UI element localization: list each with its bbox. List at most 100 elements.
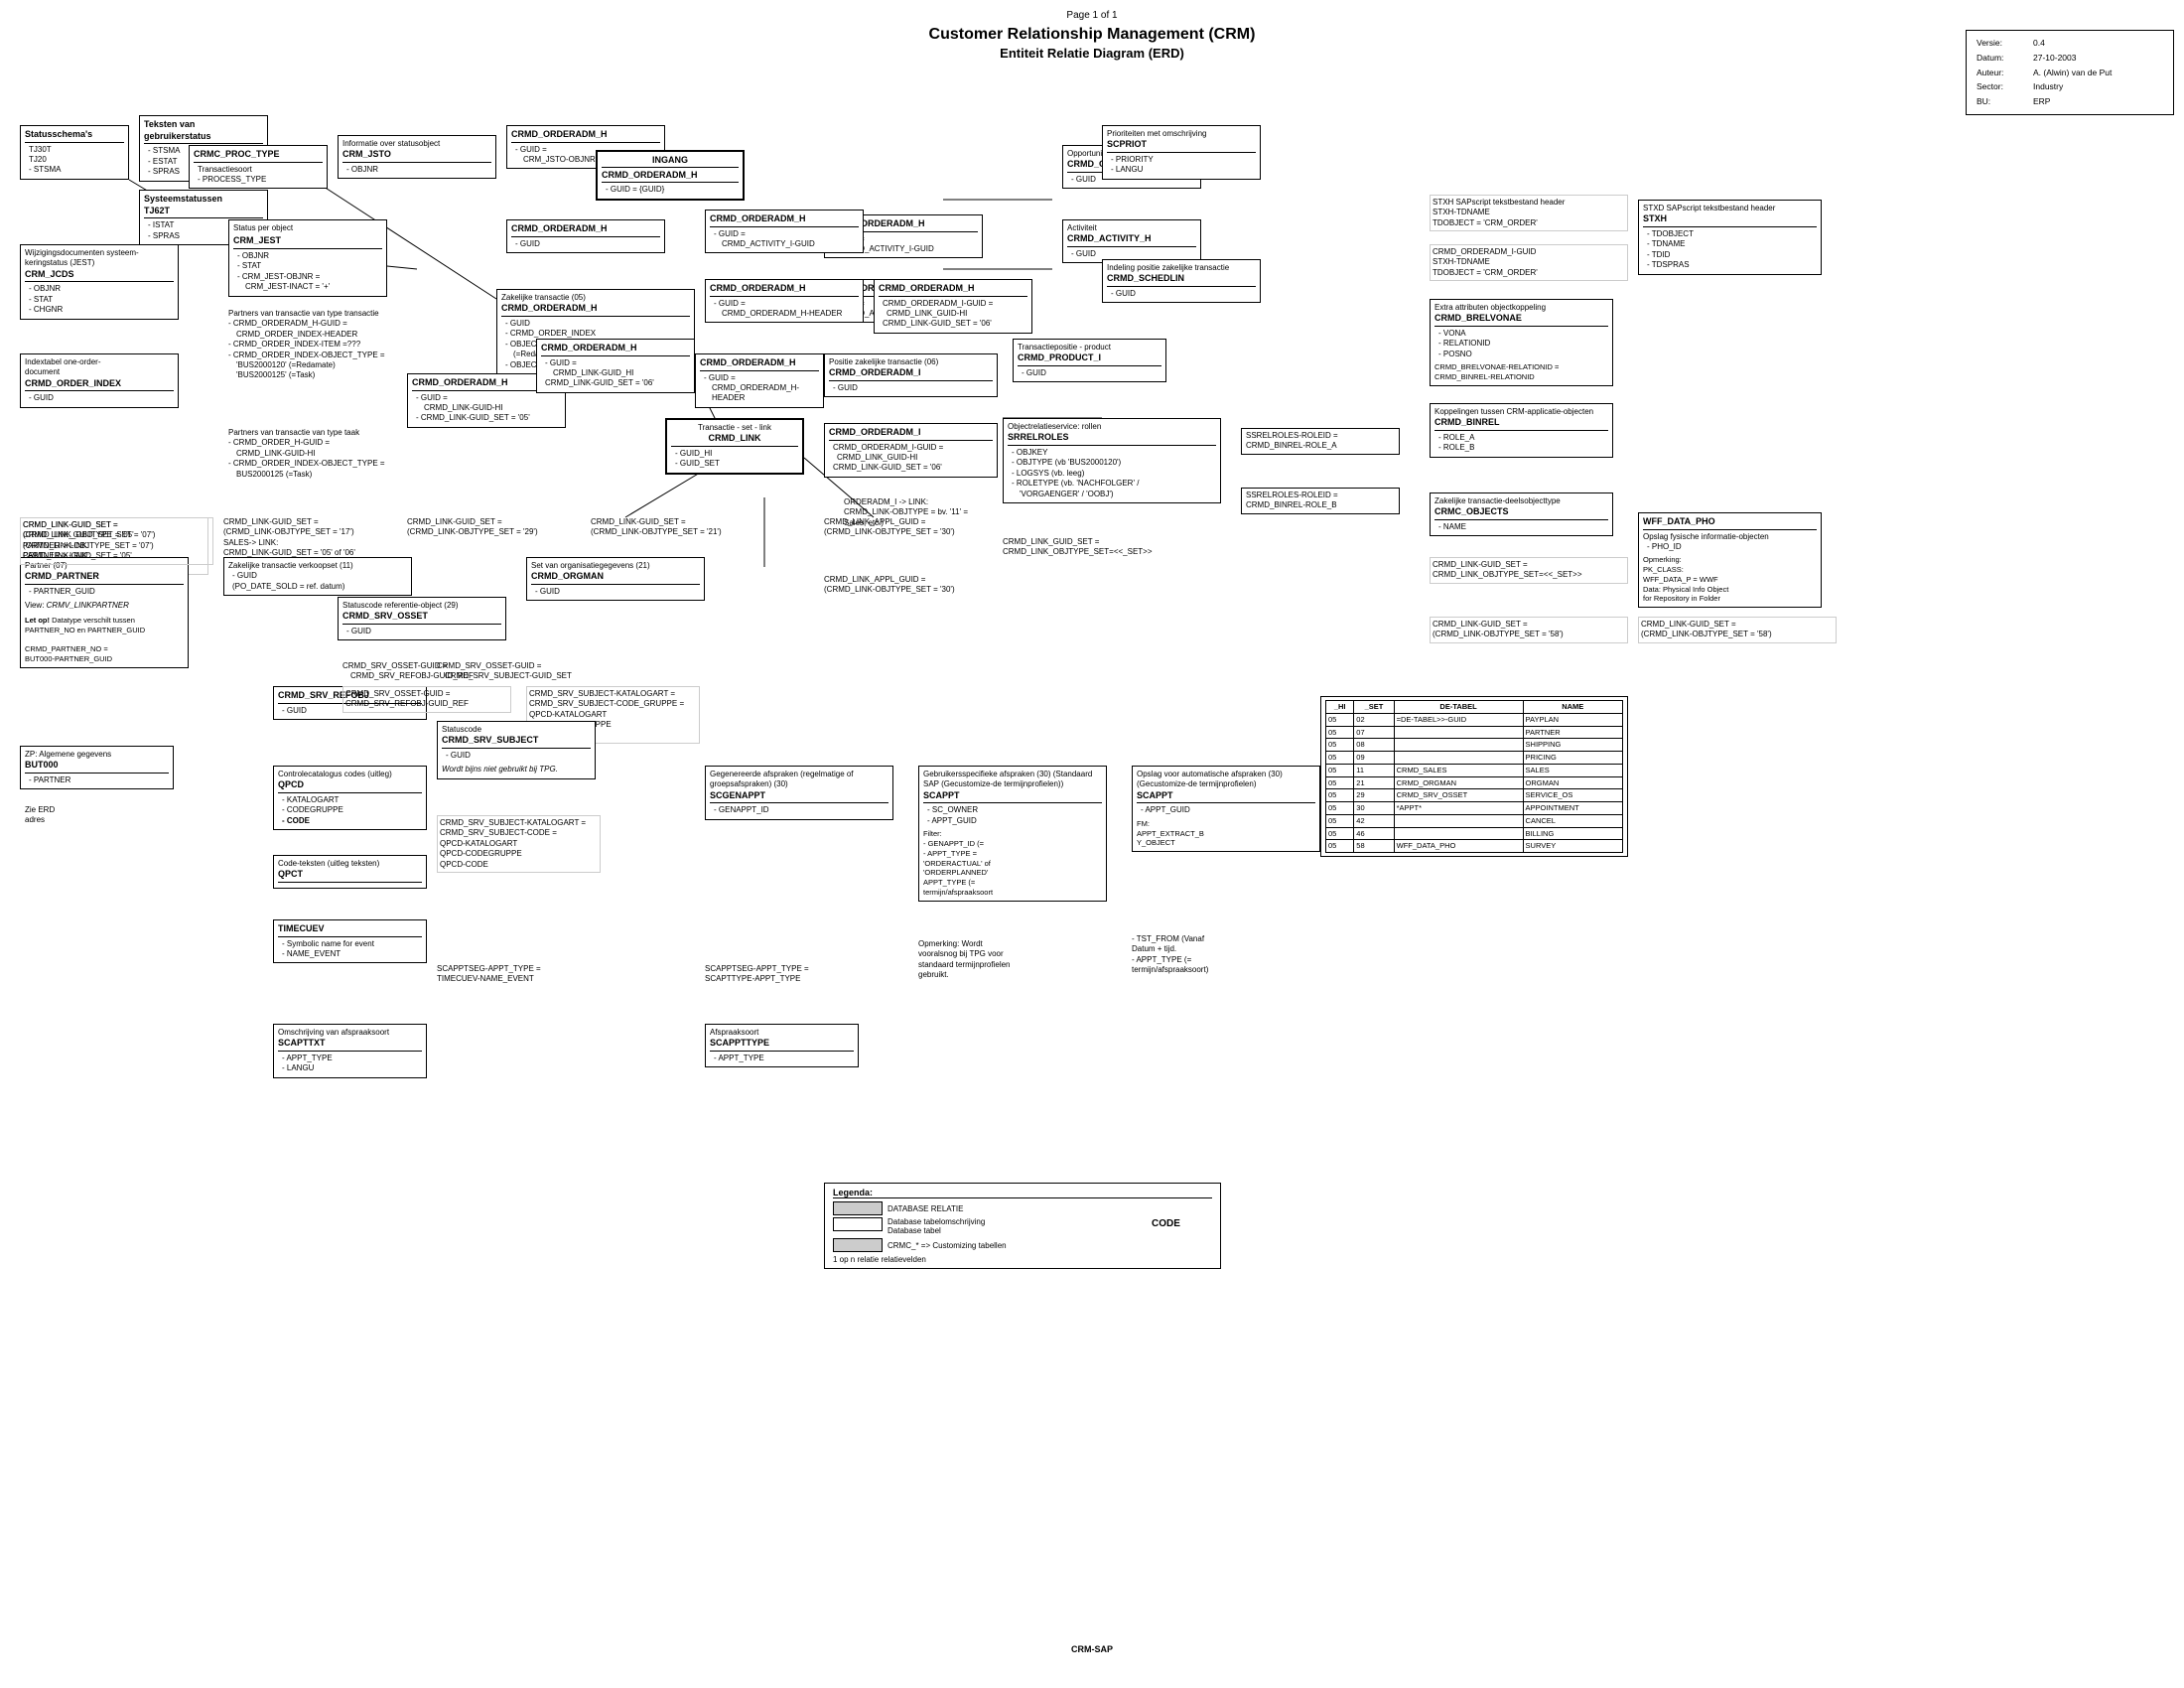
crmd-brelvonae-note: CRMD_BRELVONAE-RELATIONID = CRMD_BINREL-…	[1434, 362, 1608, 382]
teksten-title: Teksten van gebruikerstatus	[144, 119, 263, 144]
crmd-orderadm-h4-set: CRMD_LINK-GUID_SET = '06'	[541, 378, 690, 388]
crm-jsto-subtitle: Informatie over statusobject	[342, 139, 491, 149]
db-table-box: _HI _SET DE-TABEL NAME 05 02 =DE-TABEL>>…	[1320, 696, 1628, 857]
qpcd-subtitle: Controlecatalogus codes (uitleg)	[278, 770, 422, 779]
crmd-orderadm-i3-link: CRMD_LINK_GUID-HI	[879, 309, 1027, 319]
stxh-tdname: - TDNAME	[1643, 239, 1817, 249]
crmd-orderadm-h3-link: CRMD_LINK-GUID-HI	[412, 403, 561, 413]
crmd-brelvonae-vona: - VONA	[1434, 329, 1608, 339]
db-row8-detail: *APPT*	[1394, 802, 1523, 815]
db-row9-name: CANCEL	[1523, 814, 1622, 827]
scappt-opslag-box: Opslag voor automatische afspraken (30) …	[1132, 766, 1320, 852]
crmd-orderadm-h-main-subtitle: Zakelijke transactie (05)	[501, 293, 690, 303]
crmd-link-appl-note: CRMD_LINK_APPL_GUID = (CRMD_LINK-OBJTYPE…	[824, 575, 988, 596]
scappttype-box: Afspraaksoort SCAPPTTYPE - APPT_TYPE	[705, 1024, 859, 1067]
crmd-orderadm-h7-guid: - GUID =	[700, 373, 819, 383]
crmd-srv-subject-note: Wordt bijns niet gebruikt bij TPG.	[442, 765, 591, 774]
crmd-order-index-title: CRMD_ORDER_INDEX	[25, 378, 174, 392]
systeemstatussen-title: SysteemstatussenTJ62T	[144, 194, 263, 218]
crm-jcds-box: Wijzigingsdocumenten systeem-keringstatu…	[20, 244, 179, 320]
crm-jcds-stat: - STAT	[25, 295, 174, 305]
crmd-srv-subject-subtitle: Statuscode	[442, 725, 591, 735]
crmd-orderadm-i2-title: CRMD_ORDERADM_I	[829, 427, 993, 441]
but000-box: ZP: Algemene gegevens BUT000 - PARTNER	[20, 746, 174, 789]
crmd-orderadm-h3-guid: - GUID =	[412, 393, 561, 403]
crmd-orgman-box: Set van organisatiegegevens (21) CRMD_OR…	[526, 557, 705, 601]
page-container: Page 1 of 1 Customer Relationship Manage…	[0, 0, 2184, 1688]
crmd-activity-subtitle: Activiteit	[1067, 223, 1196, 233]
but000-partner: - PARTNER	[25, 775, 169, 785]
crmd-orderadm-h3-set: - CRMD_LINK-GUID_SET = '05'	[412, 413, 561, 423]
crmd-orderadm-h9-title: CRMD_ORDERADM_H	[710, 213, 859, 227]
link-set-58b-note: CRMD_LINK-GUID_SET = (CRMD_LINK-OBJTYPE_…	[1638, 617, 1837, 643]
partners-note2: Partners van transactie van type taak - …	[228, 428, 427, 480]
crmd-partner-note: Let op! Datatype verschilt tussen PARTNE…	[25, 616, 184, 664]
scpriot-langu: - LANGU	[1107, 165, 1256, 175]
db-row7-set: 29	[1354, 789, 1394, 802]
crmc-objects-name: - NAME	[1434, 522, 1608, 532]
scappt-opslag-guid: - APPT_GUID	[1137, 805, 1315, 815]
db-row10-name: BILLING	[1523, 827, 1622, 840]
legend-rect-tabelomschrijving	[833, 1217, 883, 1231]
db-row2-hi: 05	[1326, 726, 1354, 739]
scappt-user-box: Gebruikersspecifieke afspraken (30) (Sta…	[918, 766, 1107, 902]
legend-label-1: DATABASE RELATIE	[887, 1204, 963, 1213]
crmd-orderadm-h8-box: CRMD_ORDERADM_H - GUID = CRMD_ORDERADM_H…	[705, 279, 864, 323]
crmd-link-subtitle: Transactie - set - link	[671, 423, 798, 433]
crmd-sales-box: Zakelijke transactie verkoopset (11) - G…	[223, 557, 412, 596]
page-number: Page 1 of 1	[10, 10, 2174, 21]
db-row6-name: ORGMAN	[1523, 776, 1622, 789]
crmd-order-index-box: Indextabel one-order-document CRMD_ORDER…	[20, 353, 179, 408]
scapptseg-type-note2: SCAPPTSEG-APPT_TYPE = SCAPTTYPE-APPT_TYP…	[705, 964, 874, 985]
link-set-note2: CRMD_LINK-GUID_SET = (CRMD_LINK-OBJTYPE_…	[407, 517, 576, 538]
scgenappt-subtitle: Gegenereerde afspraken (regelmatige of g…	[710, 770, 888, 790]
crmd-link-title: CRMD_LINK	[671, 433, 798, 447]
crmd-srv-subject-title: CRMD_SRV_SUBJECT	[442, 735, 591, 749]
scgenappt-title: SCGENAPPT	[710, 790, 888, 804]
crmd-orderadm-i-title: CRMD_ORDERADM_I	[829, 367, 993, 381]
scappttype-title: SCAPPTTYPE	[710, 1038, 854, 1052]
versie-value: 0.4	[2033, 37, 2163, 50]
stxh-connection-note2: CRMD_ORDERADM_I-GUID STXH-TDNAME TDOBJEC…	[1430, 244, 1628, 281]
scappttype-subtitle: Afspraaksoort	[710, 1028, 854, 1038]
crmd-srv-osset-title: CRMD_SRV_OSSET	[342, 611, 501, 625]
crmd-orderadm-i3-box: CRMD_ORDERADM_H CRMD_ORDERADM_I-GUID = C…	[874, 279, 1032, 334]
db-row7-name: SERVICE_OS	[1523, 789, 1622, 802]
scpriot-box: Prioriteiten met omschrijving SCPRIOT - …	[1102, 125, 1261, 180]
crm-jest-stat: - STAT	[233, 261, 382, 271]
crmd-orderadm-h8-header: CRMD_ORDERADM_H-HEADER	[710, 309, 859, 319]
crmd-partner-title: CRMD_PARTNER	[25, 571, 184, 585]
db-table-name-header: NAME	[1523, 701, 1622, 714]
qpct-subtitle: Code-teksten (uitleg teksten)	[278, 859, 422, 869]
crmd-activity-guid: - GUID	[1067, 249, 1196, 259]
db-row10-hi: 05	[1326, 827, 1354, 840]
timecuev-box: TIMECUEV - Symbolic name for event - NAM…	[273, 919, 427, 963]
db-table-hi-header: _HI	[1326, 701, 1354, 714]
crmd-schedlin-title: CRMD_SCHEDLIN	[1107, 273, 1256, 287]
crmd-srv-subject-box: Statuscode CRMD_SRV_SUBJECT - GUID Wordt…	[437, 721, 596, 779]
crmd-product-i-title: CRMD_PRODUCT_I	[1018, 352, 1161, 366]
db-row8-set: 30	[1354, 802, 1394, 815]
crm-jcds-objnr: - OBJNR	[25, 284, 174, 294]
crm-jest-title: CRM_JEST	[233, 235, 382, 249]
crmd-orderadm-h7-header: CRMD_ORDERADM_H-HEADER	[700, 383, 819, 404]
ssrelroles-role-b-note: SSRELROLES-ROLEID = CRMD_BINREL-ROLE_B	[1241, 488, 1400, 514]
crmc-objects-box: Zakelijke transactie-deelsobjecttype CRM…	[1430, 492, 1613, 536]
scpriot-subtitle: Prioriteiten met omschrijving	[1107, 129, 1256, 139]
legend-row-3: CRMC_* => Customizing tabellen	[833, 1238, 1212, 1252]
crmd-orderadm-h4-link: CRMD_LINK-GUID_HI	[541, 368, 690, 378]
diagram-area: Statusschema's TJ30T TJ20 - STSMA Tekste…	[10, 70, 2174, 1659]
legend-rect-crmc	[833, 1238, 883, 1252]
link-set-note3: CRMD_LINK-GUID_SET = (CRMD_LINK-OBJTYPE_…	[591, 517, 759, 538]
db-table-de-tabel-header: DE-TABEL	[1394, 701, 1523, 714]
wff-data-pho-note: Opmerking: PK_CLASS: WFF_DATA_P = WWF Da…	[1643, 555, 1817, 604]
db-row3-hi: 05	[1326, 739, 1354, 752]
scappt-opslag-note: FM: APPT_EXTRACT_B Y_OBJECT	[1137, 819, 1315, 848]
statusschema-box: Statusschema's TJ30T TJ20 - STSMA	[20, 125, 129, 180]
db-row11-hi: 05	[1326, 840, 1354, 853]
ingang-title: CRMD_ORDERADM_H	[602, 170, 739, 184]
stxh-tdid: - TDID	[1643, 250, 1817, 260]
crmd-srv-osset-guid: - GUID	[342, 627, 501, 636]
crmd-binrel-title: CRMD_BINREL	[1434, 417, 1608, 431]
scapttxt-box: Omschrijving van afspraaksoort SCAPTTXT …	[273, 1024, 427, 1078]
